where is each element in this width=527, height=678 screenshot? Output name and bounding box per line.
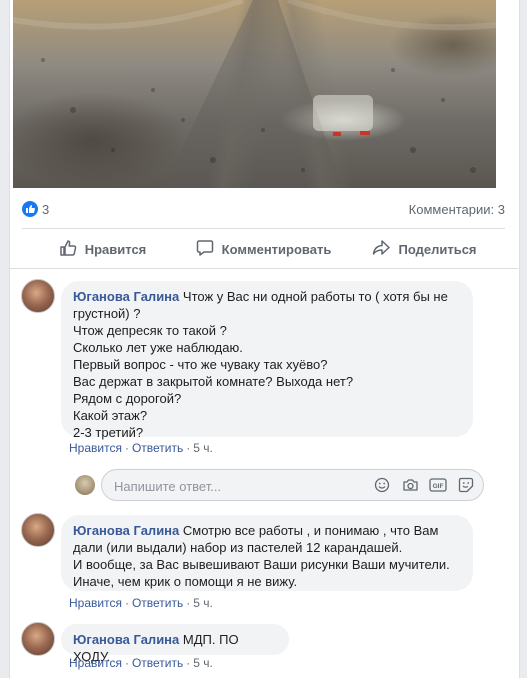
divider [9, 268, 518, 269]
like-button-label: Нравится [84, 241, 147, 257]
comment-text-line: Рядом с дорогой? [73, 391, 182, 406]
comment-text-line: Чтож депресяк то такой ? [73, 323, 227, 338]
sticker-icon[interactable] [457, 476, 475, 494]
comment-text-line: Вас держат в закрытой комнате? Выхода не… [73, 374, 354, 389]
svg-text:GIF: GIF [433, 483, 444, 490]
comment-text-line: грустной) ? [73, 306, 141, 321]
comment-author[interactable]: Юганова Галина [73, 523, 179, 538]
comment-button-label: Комментировать [221, 241, 332, 257]
reply-input-box[interactable]: GIF [101, 469, 484, 501]
like-count[interactable]: 3 [42, 202, 49, 217]
post-image[interactable] [13, 0, 496, 188]
comment-bubble: Юганова Галина Смотрю все работы , и пон… [61, 515, 473, 591]
comment-like-link[interactable]: Нравится [69, 596, 122, 610]
comment-timestamp[interactable]: 5 ч. [193, 441, 213, 455]
share-arrow-icon [372, 239, 391, 260]
comment-text-line: Первый вопрос - что же чуваку так хуёво? [73, 357, 328, 372]
comment-text-line: 2-3 третий? [73, 425, 144, 440]
emoji-icon[interactable] [373, 476, 391, 494]
avatar[interactable] [21, 513, 55, 547]
comment-timestamp[interactable]: 5 ч. [193, 596, 213, 610]
comments-count[interactable]: Комментарии: 3 [409, 202, 505, 217]
reply-input[interactable] [112, 476, 346, 496]
comment-timestamp[interactable]: 5 ч. [193, 656, 213, 670]
avatar[interactable] [21, 279, 55, 313]
comment-meta: Нравится · Ответить · 5 ч. [69, 441, 213, 455]
like-reaction-icon[interactable] [22, 201, 38, 217]
camera-icon[interactable] [401, 476, 419, 494]
comment-text-line: Юганова Галина Смотрю все работы , и пон… [73, 523, 439, 538]
comment-bubble: Юганова Галина МДП. ПО ХОДУ. [61, 624, 289, 664]
comment-bubble: Юганова Галина Чтож у Вас ни одной работ… [61, 281, 473, 440]
comment-reply-link[interactable]: Ответить [132, 441, 183, 455]
comment-text-line: Юганова Галина Чтож у Вас ни одной работ… [73, 289, 448, 304]
share-button-label: Поделиться [398, 241, 477, 257]
comment-author[interactable]: Юганова Галина [73, 289, 179, 304]
post-action-bar: Нравится Комментировать Поделиться [22, 229, 505, 269]
gif-icon[interactable]: GIF [429, 476, 447, 494]
comment-button[interactable]: Комментировать [183, 229, 344, 269]
comment-text-line: дали (или выдали) набор из пастелей 12 к… [73, 540, 403, 555]
comment-like-link[interactable]: Нравится [69, 441, 122, 455]
current-user-avatar [75, 475, 95, 495]
comment-text-line: Сколько лет уже наблюдаю. [73, 340, 243, 355]
post-stats: 3 Комментарии: 3 [22, 198, 505, 220]
comment-like-link[interactable]: Нравится [69, 656, 122, 670]
avatar[interactable] [21, 622, 55, 656]
thumbs-up-icon [59, 239, 77, 260]
share-button[interactable]: Поделиться [344, 229, 505, 269]
reply-tools: GIF [373, 476, 475, 494]
comment-reply-link[interactable]: Ответить [132, 656, 183, 670]
speech-bubble-icon [196, 239, 214, 260]
comment-reply-link[interactable]: Ответить [132, 596, 183, 610]
comment-text-line: Иначе, чем крик о помощи я не вижу. [73, 574, 298, 589]
comment-meta: Нравится · Ответить · 5 ч. [69, 596, 213, 610]
comment-text-line: Какой этаж? [73, 408, 148, 423]
like-button[interactable]: Нравится [22, 229, 183, 269]
comment-meta: Нравится · Ответить · 5 ч. [69, 656, 213, 670]
comment-text-line: И вообще, за Вас вывешивают Ваши рисунки… [73, 557, 450, 572]
comment-author[interactable]: Юганова Галина [73, 632, 179, 647]
